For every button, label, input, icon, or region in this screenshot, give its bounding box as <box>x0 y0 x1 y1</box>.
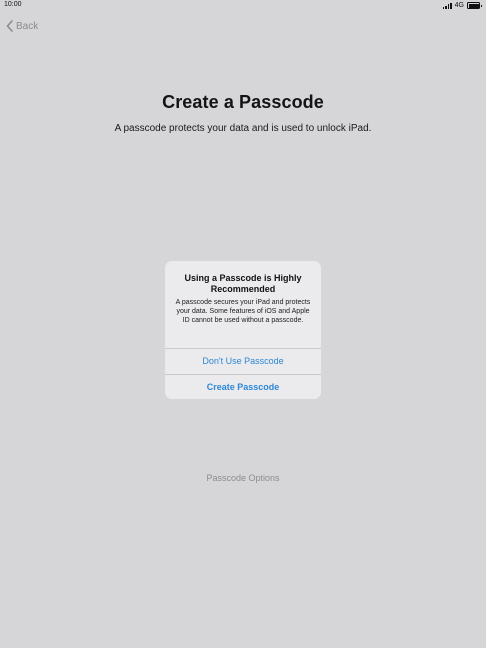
signal-icon <box>442 2 452 9</box>
passcode-options-container: Passcode Options <box>0 473 486 483</box>
passcode-alert: Using a Passcode is Highly Recommended A… <box>165 261 321 399</box>
network-label: 4G <box>454 2 464 9</box>
alert-title: Using a Passcode is Highly Recommended <box>184 273 302 294</box>
status-bar: 10:00 4G <box>0 0 486 12</box>
status-time: 10:00 <box>4 1 22 8</box>
screen: 10:00 4G Back Create a Passcode A passco… <box>0 0 486 648</box>
page-title: Create a Passcode <box>162 92 324 112</box>
create-passcode-button[interactable]: Create Passcode <box>165 374 321 399</box>
chevron-left-icon <box>6 20 13 32</box>
back-button[interactable]: Back <box>6 19 38 33</box>
passcode-options-link[interactable]: Passcode Options <box>206 473 279 483</box>
back-label: Back <box>16 20 39 32</box>
alert-message: A passcode secures your iPad and protect… <box>175 299 311 324</box>
battery-icon <box>467 2 482 9</box>
dont-use-passcode-button[interactable]: Don't Use Passcode <box>165 348 321 374</box>
page-subtitle: A passcode protects your data and is use… <box>114 123 372 134</box>
status-indicators: 4G <box>442 1 482 10</box>
